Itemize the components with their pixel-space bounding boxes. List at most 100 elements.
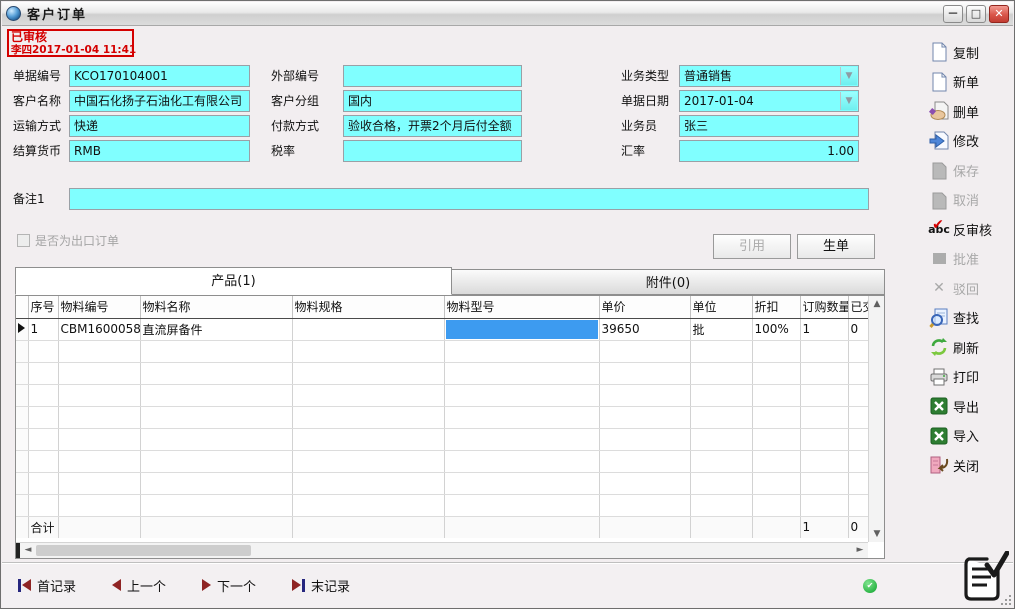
col-delivered[interactable]: 已交 (848, 296, 868, 318)
approval-auditor: 李四 (11, 44, 32, 56)
customer-group-field[interactable]: 国内 (343, 90, 522, 112)
last-record-icon (292, 579, 305, 592)
shipping-field[interactable]: 快递 (69, 115, 250, 137)
business-type-combo[interactable]: 普通销售 ▼ (679, 65, 859, 87)
col-unit-price[interactable]: 单价 (599, 296, 690, 318)
col-seq[interactable]: 序号 (28, 296, 58, 318)
col-material-model[interactable]: 物料型号 (444, 296, 599, 318)
import-excel-icon (928, 426, 950, 446)
tax-rate-field[interactable] (343, 140, 522, 162)
totals-label: 合计 (28, 516, 58, 538)
cell-seq[interactable]: 1 (28, 318, 58, 340)
modify-doc-icon (928, 131, 950, 151)
current-row-marker-icon (16, 318, 28, 340)
scroll-up-icon[interactable]: ▲ (869, 297, 885, 311)
col-material-name[interactable]: 物料名称 (140, 296, 292, 318)
sidebar-item-close[interactable]: 关闭 (924, 454, 1012, 476)
export-order-checkbox[interactable] (17, 234, 30, 247)
col-discount[interactable]: 折扣 (752, 296, 800, 318)
scroll-right-icon[interactable]: ► (852, 543, 868, 557)
doc-date-combo[interactable]: 2017-01-04▼ (679, 90, 859, 112)
approval-stamp: 已审核 李四2017-01-04 11:41 (7, 29, 134, 57)
empty-row (16, 362, 868, 384)
col-unit[interactable]: 单位 (690, 296, 752, 318)
approval-status: 已审核 (11, 31, 130, 43)
sidebar-item-cancel[interactable]: 取消 (924, 189, 1012, 211)
minimize-button[interactable]: － (943, 5, 963, 23)
col-material-spec[interactable]: 物料规格 (292, 296, 444, 318)
cell-discount[interactable]: 100% (752, 318, 800, 340)
chevron-down-icon[interactable]: ▼ (840, 67, 857, 85)
approval-datetime: 2017-01-04 11:41 (32, 44, 136, 56)
sidebar-item-new[interactable]: 新单 (924, 71, 1012, 93)
sidebar-item-import[interactable]: 导入 (924, 425, 1012, 447)
remark1-field[interactable] (69, 188, 869, 210)
titlebar: 客户订单 － □ ✕ (2, 2, 1013, 26)
prev-record-button[interactable]: 上一个 (112, 576, 166, 595)
next-record-button[interactable]: 下一个 (202, 576, 256, 595)
sidebar-item-export[interactable]: 导出 (924, 395, 1012, 417)
exchange-rate-field[interactable]: 1.00 (679, 140, 859, 162)
order-lines-table: 序号 物料编号 物料名称 物料规格 物料型号 单价 单位 折扣 订购数量 已交 … (16, 296, 869, 538)
vertical-scrollbar[interactable]: ▲ ▼ (868, 296, 884, 542)
print-icon (928, 367, 950, 387)
tab-products[interactable]: 产品(1) (15, 267, 452, 295)
close-button[interactable]: ✕ (989, 5, 1009, 23)
export-order-checkbox-label: 是否为出口订单 (35, 232, 119, 249)
grid-header-row: 序号 物料编号 物料名称 物料规格 物料型号 单价 单位 折扣 订购数量 已交 (16, 296, 868, 318)
sidebar-item-refresh[interactable]: 刷新 (924, 336, 1012, 358)
empty-row (16, 340, 868, 362)
cell-material-no[interactable]: CBM1600058 (58, 318, 140, 340)
green-status-icon: ✔ (863, 579, 877, 593)
sidebar-item-unapprove[interactable]: abc✔ 反审核 (924, 218, 1012, 240)
col-order-qty[interactable]: 订购数量 (800, 296, 848, 318)
payment-terms-field[interactable]: 验收合格，开票2个月后付全额 (343, 115, 522, 137)
first-record-button[interactable]: 首记录 (18, 576, 76, 595)
horizontal-scrollbar[interactable]: ◄ ► (16, 542, 868, 558)
totals-delivered: 0 (848, 516, 868, 538)
business-type-label: 业务类型 (621, 65, 669, 87)
cell-unit[interactable]: 批 (690, 318, 752, 340)
cancel-icon (928, 190, 950, 210)
sidebar-item-approve[interactable]: 批准 (924, 248, 1012, 270)
currency-field[interactable]: RMB (69, 140, 250, 162)
tab-attachments[interactable]: 附件(0) (451, 269, 885, 295)
cell-unit-price[interactable]: 39650 (599, 318, 690, 340)
cell-material-model-selected[interactable] (444, 318, 599, 340)
reject-icon: ✕ (928, 278, 950, 298)
sidebar-item-save[interactable]: 保存 (924, 159, 1012, 181)
sidebar-item-delete[interactable]: 删单 (924, 100, 1012, 122)
cell-order-qty[interactable]: 1 (800, 318, 848, 340)
payment-terms-label: 付款方式 (271, 115, 319, 137)
cell-material-name[interactable]: 直流屏备件 (140, 318, 292, 340)
hscroll-thumb[interactable] (36, 545, 251, 556)
shipping-label: 运输方式 (13, 115, 61, 137)
external-no-field[interactable] (343, 65, 522, 87)
sidebar-item-modify[interactable]: 修改 (924, 130, 1012, 152)
sidebar-item-copy[interactable]: 复制 (924, 41, 1012, 63)
cell-material-spec[interactable] (292, 318, 444, 340)
cell-delivered[interactable]: 0 (848, 318, 868, 340)
currency-label: 结算货币 (13, 140, 61, 162)
maximize-button[interactable]: □ (966, 5, 986, 23)
customer-name-field[interactable]: 中国石化扬子石油化工有限公司 (69, 90, 250, 112)
export-excel-icon (928, 396, 950, 416)
grid-header-marker (16, 296, 28, 318)
sidebar-item-reject[interactable]: ✕ 驳回 (924, 277, 1012, 299)
sidebar-item-print[interactable]: 打印 (924, 366, 1012, 388)
empty-row (16, 384, 868, 406)
scroll-left-icon[interactable]: ◄ (20, 543, 36, 557)
doc-no-field[interactable]: KCO170104001 (69, 65, 250, 87)
col-material-no[interactable]: 物料编号 (58, 296, 140, 318)
sidebar-item-search[interactable]: 查找 (924, 307, 1012, 329)
generate-order-button[interactable]: 生单 (797, 234, 875, 259)
last-record-button[interactable]: 末记录 (292, 576, 350, 595)
quote-button[interactable]: 引用 (713, 234, 791, 259)
scroll-down-icon[interactable]: ▼ (869, 527, 885, 541)
resize-grip[interactable] (1001, 595, 1011, 605)
salesperson-field[interactable]: 张三 (679, 115, 859, 137)
business-type-value: 普通销售 (684, 69, 732, 83)
table-row[interactable]: 1 CBM1600058 直流屏备件 39650 批 100% 1 0 (16, 318, 868, 340)
empty-row (16, 428, 868, 450)
chevron-down-icon[interactable]: ▼ (840, 92, 857, 110)
